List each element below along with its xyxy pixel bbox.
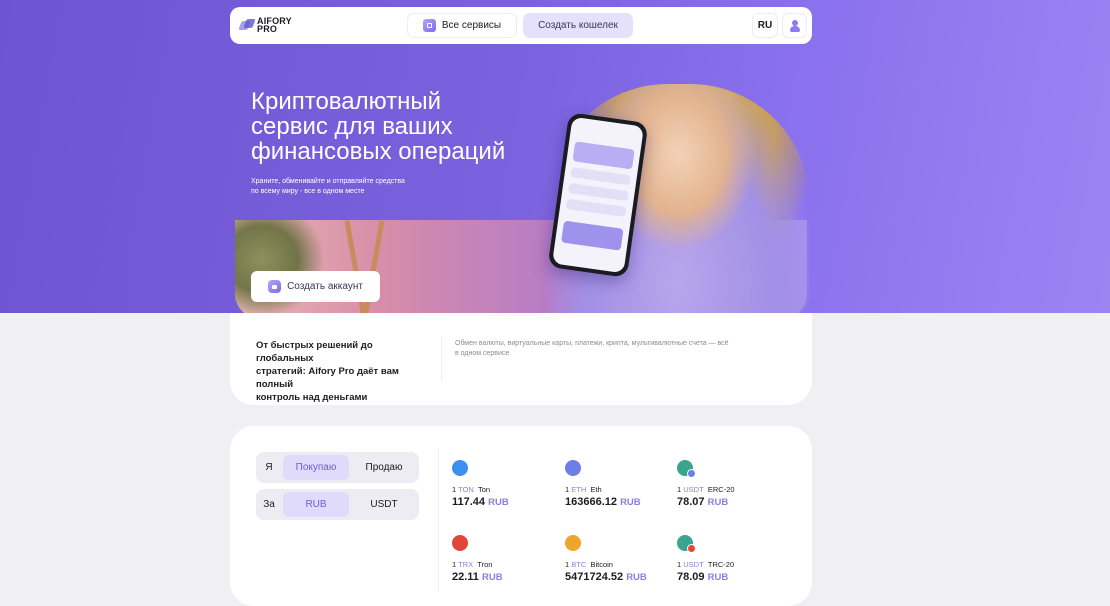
currency-toggle: За RUB USDT xyxy=(256,489,419,520)
info-headline: От быстрых решений до глобальных стратег… xyxy=(256,339,432,404)
exchange-rates-card: Я Покупаю Продаю За RUB USDT 1 TON Ton 11… xyxy=(230,426,812,606)
info-headline-line: От быстрых решений до глобальных xyxy=(256,340,373,364)
rate-amount: 1 xyxy=(452,485,457,494)
plant-illustration xyxy=(235,220,325,318)
rate-currency: RUB xyxy=(488,497,509,508)
currency-toggle-label: За xyxy=(263,499,275,510)
rate-amount: 1 xyxy=(452,560,457,569)
rate-amount: 1 xyxy=(677,485,682,494)
logo-mark-icon xyxy=(240,18,254,32)
rate-name: Bitcoin xyxy=(590,560,613,569)
hero-subtitle: Храните, обменивайте и отправляйте средс… xyxy=(251,177,451,197)
rate-name: TRC-20 xyxy=(707,560,735,569)
buy-option[interactable]: Покупаю xyxy=(283,455,349,480)
rate-item: 1 TRX Tron 22.11 RUB xyxy=(452,535,562,583)
hero-title: Криптовалютный сервис для ваших финансов… xyxy=(251,89,531,164)
usdt-option[interactable]: USDT xyxy=(351,492,417,517)
create-account-label: Создать аккаунт xyxy=(287,281,363,292)
info-description-line: в одном сервисе xyxy=(455,350,510,357)
action-toggle-label: Я xyxy=(265,462,273,473)
rate-code: BTC xyxy=(571,560,587,569)
rate-amount: 1 xyxy=(565,485,570,494)
info-headline-line: контроль над деньгами xyxy=(256,392,368,403)
rate-value: 163666.12 xyxy=(565,496,617,508)
language-switcher[interactable]: RU xyxy=(752,13,778,38)
hero-title-line: сервис для ваших xyxy=(251,113,453,140)
sell-option[interactable]: Продаю xyxy=(351,455,417,480)
trx-icon xyxy=(452,535,468,551)
all-services-label: Все сервисы xyxy=(441,20,502,31)
hero-subtitle-line: по всему миру - все в одном месте xyxy=(251,188,365,195)
info-description: Обмен валюты, виртуальные карты, платежи… xyxy=(455,339,775,359)
hero-title-line: финансовых операций xyxy=(251,138,506,165)
divider xyxy=(441,337,442,381)
rate-code: USDT xyxy=(683,485,704,494)
profile-button[interactable] xyxy=(782,13,807,38)
top-navbar: AIFORY PRO Все сервисы Создать кошелек R… xyxy=(230,7,812,44)
rate-name: Eth xyxy=(590,485,602,494)
rub-option[interactable]: RUB xyxy=(283,492,349,517)
all-services-button[interactable]: Все сервисы xyxy=(407,13,517,38)
info-description-line: Обмен валюты, виртуальные карты, платежи… xyxy=(455,340,729,347)
create-account-button[interactable]: Создать аккаунт xyxy=(251,271,380,302)
aifory-logo[interactable]: AIFORY PRO xyxy=(240,17,292,34)
rate-value: 78.07 xyxy=(677,496,705,508)
rate-item: 1 ETH Eth 163666.12 RUB xyxy=(565,460,675,508)
rate-code: USDT xyxy=(683,560,704,569)
rate-value: 5471724.52 xyxy=(565,571,624,583)
ton-icon xyxy=(452,460,468,476)
create-wallet-button[interactable]: Создать кошелек xyxy=(523,13,633,38)
hero-subtitle-line: Храните, обменивайте и отправляйте средс… xyxy=(251,178,405,185)
services-grid-icon xyxy=(422,19,436,32)
rate-amount: 1 xyxy=(677,560,682,569)
language-label: RU xyxy=(757,20,773,31)
rate-name: ERC-20 xyxy=(707,485,735,494)
phone-row xyxy=(568,182,629,202)
logo-line-2: PRO xyxy=(257,24,278,34)
hero-title-line: Криптовалютный xyxy=(251,88,442,115)
phone-row xyxy=(565,198,627,218)
rate-code: ETH xyxy=(571,485,587,494)
info-card: От быстрых решений до глобальных стратег… xyxy=(230,313,812,405)
rate-item: 1 USDT ERC-20 78.07 RUB xyxy=(677,460,787,508)
rate-value: 22.11 xyxy=(452,571,479,583)
rate-value: 117.44 xyxy=(452,496,486,508)
phone-card xyxy=(572,141,635,170)
rate-currency: RUB xyxy=(707,572,729,583)
eth-icon xyxy=(565,460,581,476)
btc-icon xyxy=(565,535,581,551)
action-toggle: Я Покупаю Продаю xyxy=(256,452,419,483)
rate-name: Ton xyxy=(478,485,491,494)
rate-item: 1 TON Ton 117.44 RUB xyxy=(452,460,562,508)
rate-code: TON xyxy=(458,485,474,494)
phone-row xyxy=(570,167,632,186)
rate-currency: RUB xyxy=(620,497,641,508)
rate-name: Tron xyxy=(477,560,493,569)
user-icon xyxy=(789,19,800,32)
network-badge-icon xyxy=(687,469,696,478)
rate-code: TRX xyxy=(458,560,474,569)
network-badge-icon xyxy=(687,544,696,553)
rate-value: 78.09 xyxy=(677,571,705,583)
usdt-trc20-icon xyxy=(677,535,696,553)
easel-illustration xyxy=(345,220,385,318)
account-icon xyxy=(268,280,282,293)
rate-currency: RUB xyxy=(626,572,647,583)
rate-item: 1 BTC Bitcoin 5471724.52 RUB xyxy=(565,535,675,583)
info-headline-line: стратегий: Aifory Pro даёт вам полный xyxy=(256,366,399,390)
rate-currency: RUB xyxy=(481,572,503,583)
create-wallet-label: Создать кошелек xyxy=(538,20,618,31)
rate-amount: 1 xyxy=(565,560,570,569)
divider xyxy=(438,450,439,590)
rate-item: 1 USDT TRC-20 78.09 RUB xyxy=(677,535,787,583)
rate-currency: RUB xyxy=(707,497,729,508)
phone-banner xyxy=(561,220,624,251)
usdt-erc20-icon xyxy=(677,460,696,478)
